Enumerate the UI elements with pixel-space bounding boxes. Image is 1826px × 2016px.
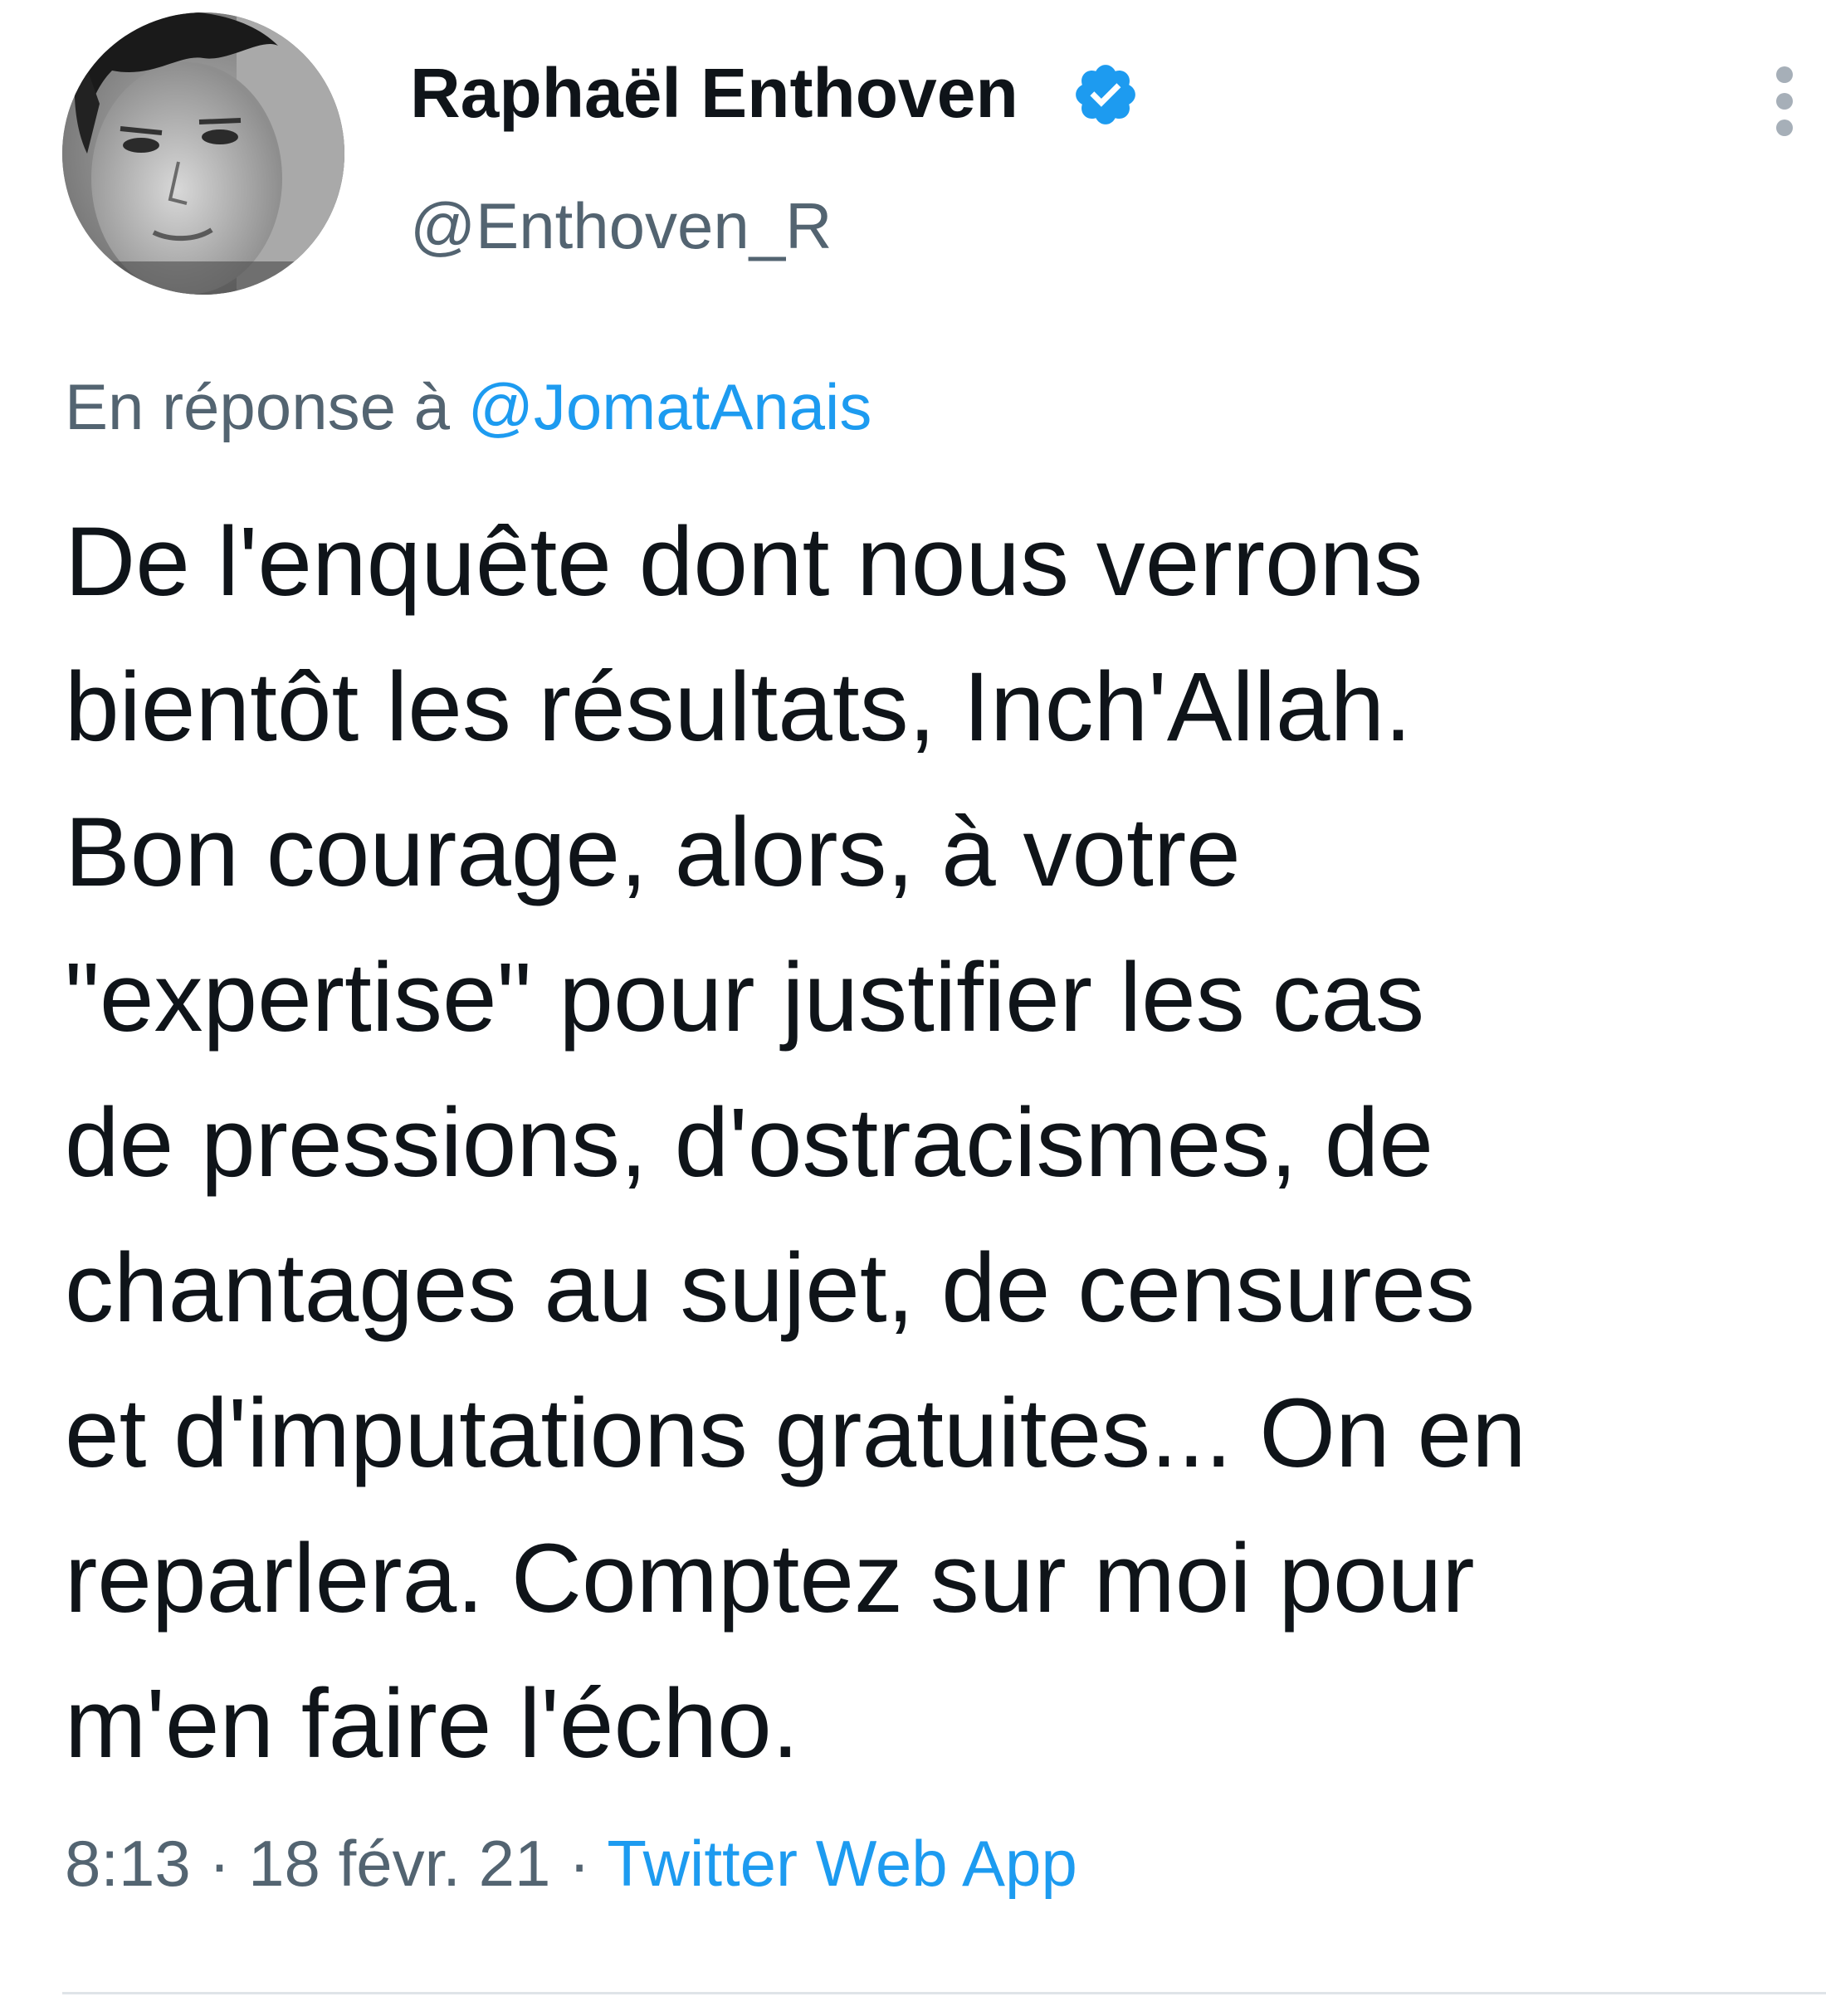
- reply-mention-link[interactable]: @JomatAnais: [468, 370, 872, 443]
- divider: [62, 1992, 1826, 1994]
- meta-separator: ·: [208, 1827, 231, 1900]
- tweet-meta: 8:13 · 18 févr. 21 · Twitter Web App: [65, 1818, 1077, 1909]
- more-dot: [1776, 93, 1793, 110]
- tweet-time[interactable]: 8:13: [65, 1827, 191, 1900]
- meta-separator: ·: [569, 1827, 591, 1900]
- verified-badge-icon: [1071, 60, 1140, 129]
- more-dot: [1776, 66, 1793, 83]
- tweet-text: De l'enquête dont nous verrons bientôt l…: [65, 507, 1526, 1779]
- reply-prefix: En réponse à: [65, 370, 451, 443]
- avatar[interactable]: [62, 12, 344, 295]
- tweet-source-link[interactable]: Twitter Web App: [607, 1827, 1077, 1900]
- author-handle[interactable]: @Enthoven_R: [410, 184, 832, 267]
- tweet-card: Raphaël Enthoven @Enthoven_R En réponse …: [0, 0, 1826, 2016]
- avatar-image: [62, 12, 344, 295]
- more-dot: [1776, 120, 1793, 136]
- reply-context: En réponse à @JomatAnais: [65, 365, 872, 448]
- tweet-date[interactable]: 18 févr. 21: [248, 1827, 550, 1900]
- more-vertical-icon[interactable]: [1751, 58, 1818, 141]
- author-display-name[interactable]: Raphaël Enthoven: [410, 51, 1018, 134]
